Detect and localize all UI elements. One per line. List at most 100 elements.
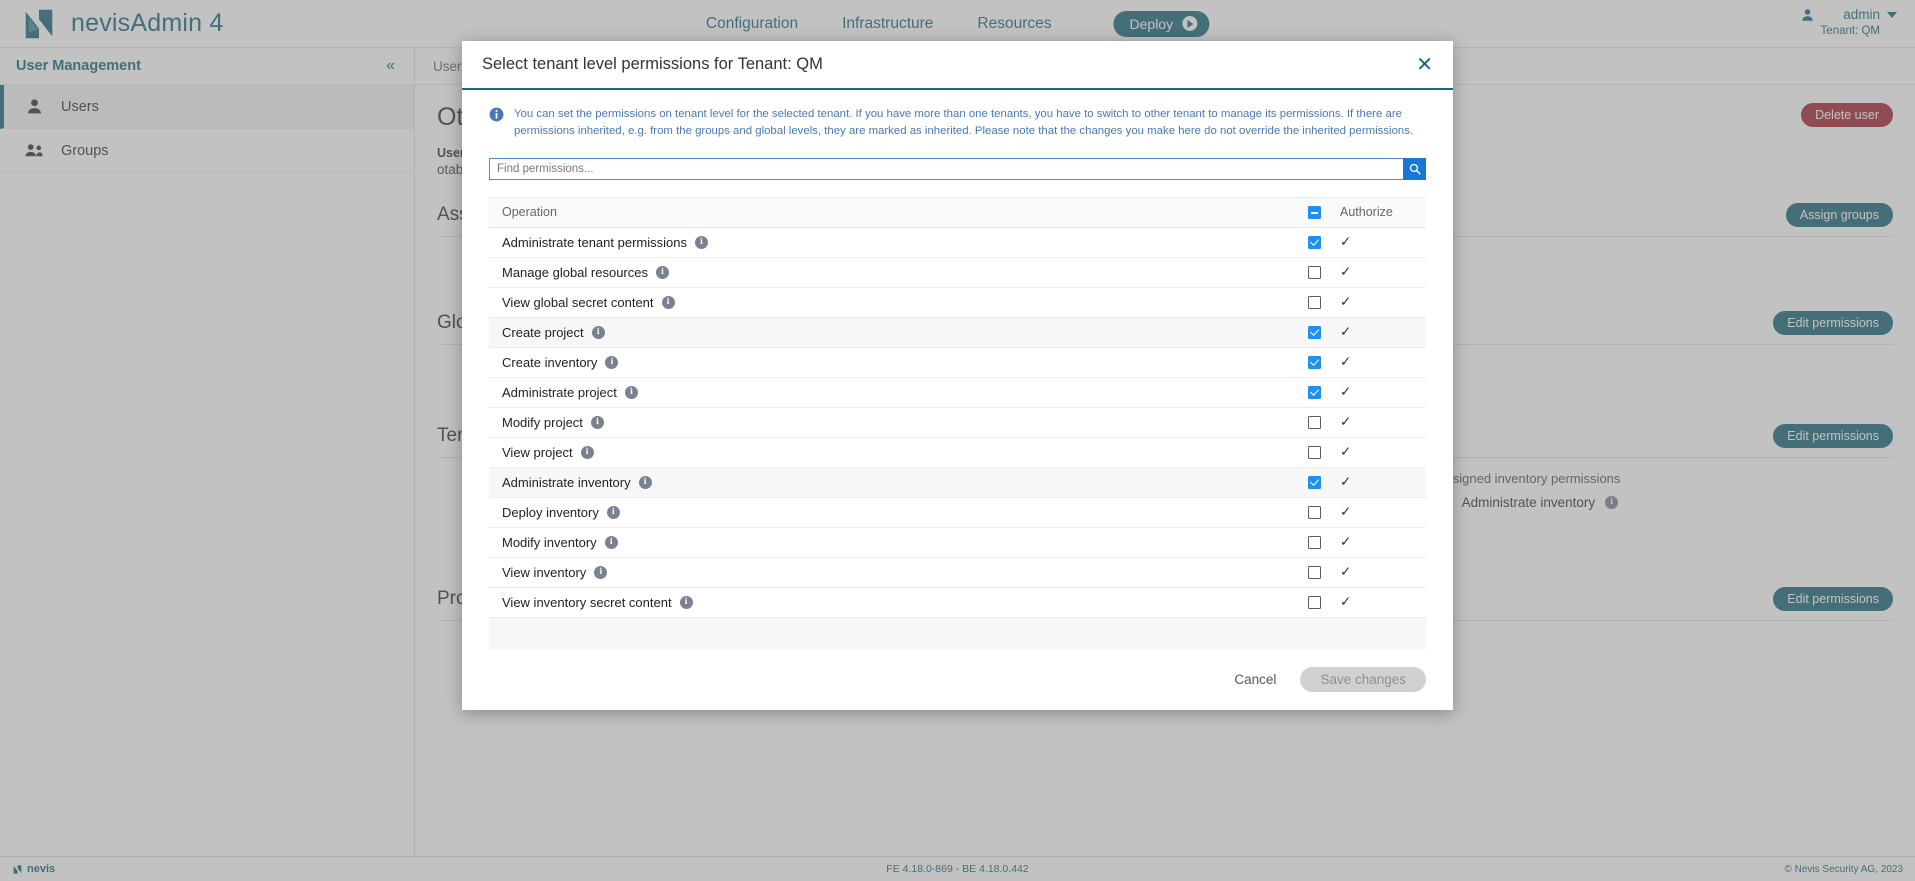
check-icon: ✓ <box>1340 414 1351 430</box>
permission-label: View inventory secret content <box>502 595 672 610</box>
dialog-header: Select tenant level permissions for Tena… <box>462 41 1453 90</box>
table-row: Modify project i ✓ <box>489 408 1426 438</box>
authorize-checkbox-cell <box>1292 566 1336 579</box>
authorize-checkbox[interactable] <box>1308 416 1321 429</box>
column-header-authorize: Authorize <box>1336 205 1426 219</box>
table-row: View global secret content i ✓ <box>489 288 1426 318</box>
info-icon[interactable]: i <box>656 266 669 279</box>
permission-label: Modify inventory <box>502 535 597 550</box>
info-icon[interactable]: i <box>680 596 693 609</box>
permission-label: View project <box>502 445 573 460</box>
check-icon: ✓ <box>1340 384 1351 400</box>
search-button[interactable] <box>1403 158 1426 180</box>
table-rows: Administrate tenant permissionsi✓Manage … <box>489 228 1426 618</box>
table-header-row: Operation Authorize <box>489 198 1426 228</box>
permission-label: Deploy inventory <box>502 505 599 520</box>
authorize-checkbox[interactable] <box>1308 386 1321 399</box>
info-icon[interactable]: i <box>607 506 620 519</box>
check-icon: ✓ <box>1340 264 1351 280</box>
search-input[interactable] <box>489 158 1403 180</box>
operation-cell: View inventory i <box>489 565 1292 580</box>
inherited-mark-cell: ✓ <box>1336 594 1426 610</box>
dialog-title: Select tenant level permissions for Tena… <box>482 55 823 74</box>
operation-cell: Administrate projecti <box>489 385 1292 400</box>
inherited-mark-cell: ✓ <box>1336 534 1426 550</box>
info-icon[interactable]: i <box>605 356 618 369</box>
authorize-checkbox[interactable] <box>1308 506 1321 519</box>
table-row: Administrate inventory i ✓ <box>489 468 1426 498</box>
authorize-checkbox-cell <box>1292 236 1336 249</box>
authorize-checkbox[interactable] <box>1308 326 1321 339</box>
info-icon[interactable]: i <box>591 416 604 429</box>
select-all-cell <box>1292 206 1336 219</box>
permission-label: Create inventory <box>502 355 597 370</box>
table-row: View projecti✓ <box>489 438 1426 468</box>
operation-cell: View global secret content i <box>489 295 1292 310</box>
permission-label: View inventory <box>502 565 586 580</box>
inherited-mark-cell: ✓ <box>1336 294 1426 310</box>
inherited-mark-cell: ✓ <box>1336 504 1426 520</box>
operation-cell: Administrate inventory i <box>489 475 1292 490</box>
authorize-checkbox-cell <box>1292 296 1336 309</box>
operation-cell: View project i <box>489 445 1292 460</box>
authorize-checkbox[interactable] <box>1308 446 1321 459</box>
table-row: Manage global resources i ✓ <box>489 258 1426 288</box>
authorize-checkbox-cell <box>1292 596 1336 609</box>
notice-text: You can set the permissions on tenant le… <box>514 106 1426 141</box>
inherited-mark-cell: ✓ <box>1336 264 1426 280</box>
authorize-checkbox[interactable] <box>1308 356 1321 369</box>
check-icon: ✓ <box>1340 504 1351 520</box>
authorize-checkbox-cell <box>1292 326 1336 339</box>
column-header-operation: Operation <box>489 205 1292 219</box>
authorize-checkbox-cell <box>1292 356 1336 369</box>
check-icon: ✓ <box>1340 234 1351 250</box>
info-icon[interactable]: i <box>639 476 652 489</box>
authorize-checkbox[interactable] <box>1308 566 1321 579</box>
info-icon[interactable]: i <box>662 296 675 309</box>
info-icon[interactable]: i <box>625 386 638 399</box>
operation-cell: Create inventory i <box>489 355 1292 370</box>
info-icon[interactable]: i <box>695 236 708 249</box>
authorize-checkbox[interactable] <box>1308 536 1321 549</box>
table-row: Administrate projecti ✓ <box>489 378 1426 408</box>
check-icon: ✓ <box>1340 534 1351 550</box>
table-row: View inventory secret content i ✓ <box>489 588 1426 618</box>
inherited-mark-cell: ✓ <box>1336 384 1426 400</box>
search-icon <box>1409 163 1421 175</box>
check-icon: ✓ <box>1340 354 1351 370</box>
operation-cell: View inventory secret content i <box>489 595 1292 610</box>
table-row: Create inventory i ✓ <box>489 348 1426 378</box>
authorize-checkbox[interactable] <box>1308 236 1321 249</box>
info-icon <box>489 107 504 122</box>
close-icon[interactable]: ✕ <box>1416 55 1433 75</box>
permission-label: View global secret content <box>502 295 654 310</box>
authorize-checkbox[interactable] <box>1308 596 1321 609</box>
authorize-checkbox[interactable] <box>1308 296 1321 309</box>
dialog-body: You can set the permissions on tenant le… <box>462 90 1453 650</box>
authorize-checkbox[interactable] <box>1308 476 1321 489</box>
check-icon: ✓ <box>1340 474 1351 490</box>
operation-cell: Modify inventory i <box>489 535 1292 550</box>
cancel-button[interactable]: Cancel <box>1234 672 1276 687</box>
check-icon: ✓ <box>1340 594 1351 610</box>
permission-label: Manage global resources <box>502 265 648 280</box>
info-icon[interactable]: i <box>581 446 594 459</box>
table-row: View inventoryi✓ <box>489 558 1426 588</box>
info-icon[interactable]: i <box>592 326 605 339</box>
info-icon[interactable]: i <box>605 536 618 549</box>
permission-label: Modify project <box>502 415 583 430</box>
permission-label: Administrate tenant permissions <box>502 235 687 250</box>
permission-label: Create project <box>502 325 584 340</box>
permission-label: Administrate inventory <box>502 475 631 490</box>
inherited-mark-cell: ✓ <box>1336 354 1426 370</box>
authorize-checkbox[interactable] <box>1308 266 1321 279</box>
info-notice: You can set the permissions on tenant le… <box>489 106 1426 141</box>
permissions-table: Operation Authorize Administrate tenant … <box>489 197 1426 650</box>
authorize-checkbox-cell <box>1292 506 1336 519</box>
info-icon[interactable]: i <box>594 566 607 579</box>
dialog-footer: Cancel Save changes <box>462 650 1453 710</box>
operation-cell: Administrate tenant permissions i <box>489 235 1292 250</box>
select-all-checkbox[interactable] <box>1308 206 1321 219</box>
inherited-mark-cell: ✓ <box>1336 234 1426 250</box>
save-changes-button[interactable]: Save changes <box>1300 667 1426 692</box>
